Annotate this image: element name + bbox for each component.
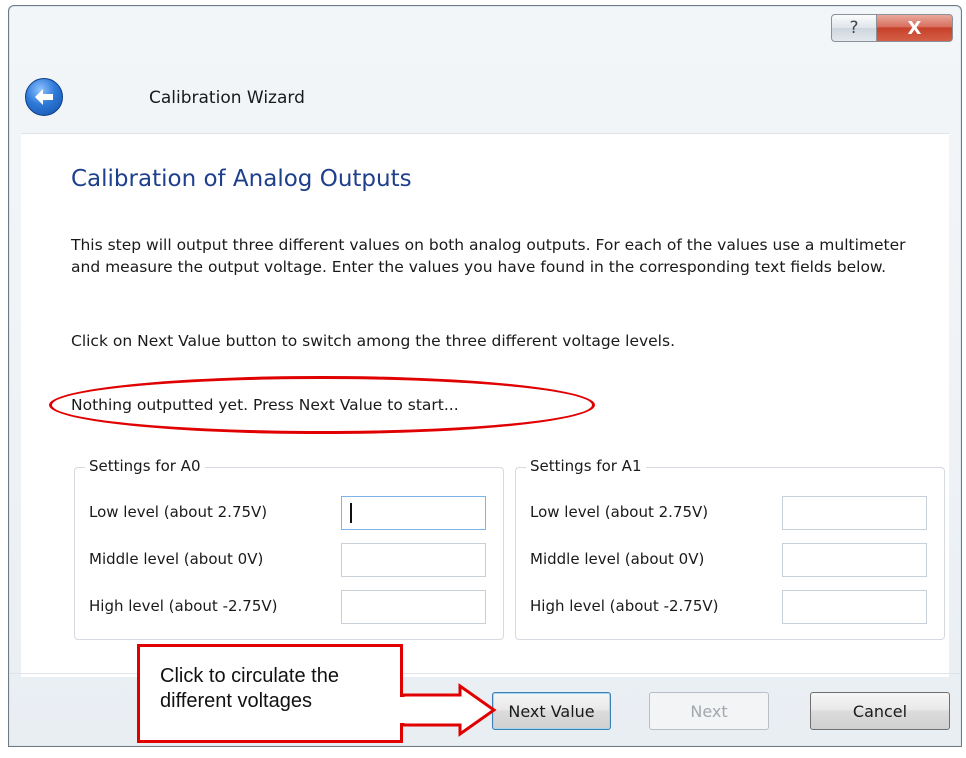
a1-middle-level-label: Middle level (about 0V) xyxy=(530,550,705,568)
page-title: Calibration of Analog Outputs xyxy=(71,166,412,192)
a0-low-level-input[interactable] xyxy=(341,496,486,530)
a0-high-level-input[interactable] xyxy=(341,590,486,624)
calibration-wizard-window: ? X Calibration Wizard Calibration of An… xyxy=(8,5,962,747)
back-button[interactable] xyxy=(25,78,63,116)
annotation-callout: Click to circulate the different voltage… xyxy=(137,644,403,743)
a0-low-level-label: Low level (about 2.75V) xyxy=(89,503,268,521)
a1-low-level-label: Low level (about 2.75V) xyxy=(530,503,709,521)
group-legend-a0: Settings for A0 xyxy=(85,457,205,475)
text-caret xyxy=(350,503,352,523)
a0-high-level-row: High level (about -2.75V) xyxy=(89,590,494,624)
help-icon: ? xyxy=(849,18,859,38)
a1-low-level-row: Low level (about 2.75V) xyxy=(530,496,935,530)
a1-high-level-row: High level (about -2.75V) xyxy=(530,590,935,624)
a1-high-level-label: High level (about -2.75V) xyxy=(530,597,719,615)
a1-middle-level-input[interactable] xyxy=(782,543,927,577)
title-bar-controls: ? X xyxy=(831,14,953,42)
a0-middle-level-input[interactable] xyxy=(341,543,486,577)
a0-middle-level-label: Middle level (about 0V) xyxy=(89,550,264,568)
next-button[interactable]: Next xyxy=(649,692,769,730)
wizard-content: Calibration of Analog Outputs This step … xyxy=(21,133,949,677)
back-arrow-icon xyxy=(35,89,53,105)
cancel-button[interactable]: Cancel xyxy=(810,692,950,730)
instruction-text: Click on Next Value button to switch amo… xyxy=(71,332,675,350)
a1-middle-level-row: Middle level (about 0V) xyxy=(530,543,935,577)
help-button[interactable]: ? xyxy=(831,14,877,42)
settings-group-a0: Settings for A0 Low level (about 2.75V) … xyxy=(74,457,504,640)
a0-middle-level-row: Middle level (about 0V) xyxy=(89,543,494,577)
wizard-title: Calibration Wizard xyxy=(149,88,305,108)
status-highlight-ellipse xyxy=(49,376,595,434)
a1-high-level-input[interactable] xyxy=(782,590,927,624)
settings-group-a1: Settings for A1 Low level (about 2.75V) … xyxy=(515,457,945,640)
group-legend-a1: Settings for A1 xyxy=(526,457,646,475)
next-value-button[interactable]: Next Value xyxy=(492,692,611,730)
a1-low-level-input[interactable] xyxy=(782,496,927,530)
close-button[interactable]: X xyxy=(877,14,953,42)
close-icon: X xyxy=(907,17,922,39)
a0-high-level-label: High level (about -2.75V) xyxy=(89,597,278,615)
a0-low-level-row: Low level (about 2.75V) xyxy=(89,496,494,530)
description-text: This step will output three different va… xyxy=(71,236,906,276)
